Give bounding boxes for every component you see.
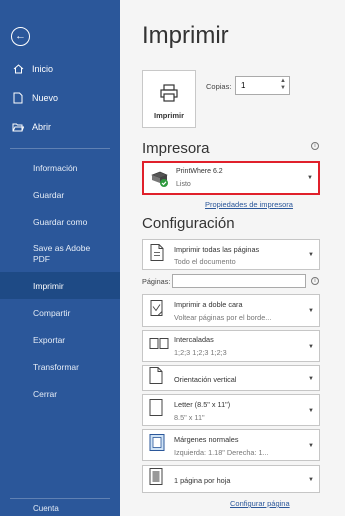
chevron-down-icon: ▼ — [308, 443, 314, 449]
margins-dropdown[interactable]: Márgenes normales Izquierda: 1.18" Derec… — [142, 429, 320, 461]
orientation-title: Orientación vertical — [174, 375, 237, 384]
sidebar-menu: Información Guardar Guardar como Save as… — [0, 154, 120, 407]
print-range-title: Imprimir todas las páginas — [174, 245, 260, 254]
margins-subtitle: Izquierda: 1.18" Derecha: 1... — [174, 448, 269, 457]
sidebar-item-label: Transformar — [33, 361, 79, 372]
sidebar-item-imprimir[interactable]: Imprimir — [0, 272, 120, 299]
spinner-arrows-icon[interactable]: ▲ ▼ — [280, 78, 286, 92]
chevron-down-icon: ▼ — [308, 344, 314, 350]
new-document-icon — [10, 92, 26, 104]
chevron-down-icon: ▼ — [308, 408, 314, 414]
collate-dropdown[interactable]: Intercaladas 1;2;3 1;2;3 1;2;3 ▼ — [142, 330, 320, 362]
paper-size-title: Letter (8.5" x 11") — [174, 400, 231, 409]
printer-properties-link[interactable]: Propiedades de impresora — [205, 200, 293, 209]
page-setup-link[interactable]: Configurar página — [230, 499, 290, 508]
printer-status: Listo — [176, 181, 191, 188]
sidebar-item-abrir[interactable]: Abrir — [0, 112, 120, 141]
home-icon — [10, 63, 26, 74]
sidebar-item-label: Inicio — [32, 63, 54, 74]
sidebar-item-label: Save as Adobe PDF — [33, 242, 91, 264]
sidebar-item-label: Información — [33, 162, 78, 173]
duplex-print-icon — [149, 299, 165, 322]
paper-size-dropdown[interactable]: Letter (8.5" x 11") 8.5" x 11" ▼ — [142, 394, 320, 426]
copies-stepper[interactable]: 1 ▲ ▼ — [235, 76, 290, 95]
copies-value: 1 — [241, 81, 246, 90]
sidebar-item-compartir[interactable]: Compartir — [0, 299, 120, 326]
backstage-sidebar: ← Inicio Nuevo Abrir Información Guardar… — [0, 0, 120, 516]
sidebar-item-inicio[interactable]: Inicio — [0, 54, 120, 83]
collate-icon — [149, 337, 169, 356]
chevron-down-icon: ▼ — [307, 175, 313, 181]
copies-label: Copias: — [206, 82, 232, 91]
collate-subtitle: 1;2;3 1;2;3 1;2;3 — [174, 348, 227, 357]
page-title: Imprimir — [142, 22, 229, 49]
sidebar-item-guardar-como[interactable]: Guardar como — [0, 208, 120, 235]
printer-name: PrintWhere 6.2 — [176, 168, 223, 175]
pages-input[interactable] — [172, 274, 306, 288]
info-icon[interactable]: i — [311, 277, 319, 285]
print-range-dropdown[interactable]: Imprimir todas las páginas Todo el docum… — [142, 239, 320, 270]
sidebar-item-informacion[interactable]: Información — [0, 154, 120, 181]
sidebar-item-label: Nuevo — [32, 92, 59, 103]
chevron-down-icon: ▼ — [308, 477, 314, 483]
back-arrow-icon[interactable]: ← — [11, 27, 30, 46]
sidebar-item-label: Compartir — [33, 307, 71, 318]
print-pane: Imprimir Imprimir Copias: 1 ▲ ▼ Impresora… — [120, 0, 345, 516]
sidebar-item-label: Exportar — [33, 334, 66, 345]
sidebar-item-nuevo[interactable]: Nuevo — [0, 83, 120, 112]
sidebar-item-label: Cerrar — [33, 388, 58, 399]
sidebar-item-save-as-pdf[interactable]: Save as Adobe PDF — [0, 235, 120, 272]
pages-per-sheet-title: 1 página por hoja — [174, 476, 231, 485]
paper-size-icon — [149, 399, 163, 422]
sidebar-item-exportar[interactable]: Exportar — [0, 326, 120, 353]
margins-title: Márgenes normales — [174, 435, 239, 444]
printer-ready-icon — [150, 170, 170, 193]
sidebar-item-guardar[interactable]: Guardar — [0, 181, 120, 208]
sidebar-divider — [10, 148, 110, 149]
portrait-page-icon — [149, 367, 163, 390]
chevron-down-icon: ▼ — [308, 308, 314, 314]
sidebar-item-label: Imprimir — [33, 280, 64, 291]
info-icon[interactable]: i — [311, 142, 319, 150]
sidebar-bottom-divider — [10, 498, 110, 499]
margins-icon — [149, 434, 165, 457]
document-pages-icon — [149, 243, 165, 266]
print-button[interactable]: Imprimir — [142, 70, 196, 128]
paper-size-subtitle: 8.5" x 11" — [174, 413, 205, 422]
single-page-icon — [149, 468, 163, 491]
orientation-dropdown[interactable]: Orientación vertical ▼ — [142, 365, 320, 391]
printer-section-title: Impresora — [142, 140, 210, 157]
duplex-subtitle: Voltear páginas por el borde... — [174, 313, 272, 322]
sidebar-item-label: Abrir — [32, 121, 52, 132]
duplex-dropdown[interactable]: Imprimir a doble cara Voltear páginas po… — [142, 294, 320, 327]
sidebar-item-transformar[interactable]: Transformar — [0, 353, 120, 380]
print-range-subtitle: Todo el documento — [174, 257, 236, 266]
settings-section-title: Configuración — [142, 215, 235, 232]
sidebar-item-label: Guardar — [33, 189, 65, 200]
collate-title: Intercaladas — [174, 335, 214, 344]
open-folder-icon — [10, 122, 26, 132]
chevron-down-icon: ▼ — [308, 252, 314, 258]
pages-label: Páginas: — [142, 277, 171, 286]
sidebar-item-cerrar[interactable]: Cerrar — [0, 380, 120, 407]
sidebar-item-label: Guardar como — [33, 216, 88, 227]
duplex-title: Imprimir a doble cara — [174, 300, 243, 309]
printer-icon — [160, 84, 178, 102]
sidebar-top-group: Inicio Nuevo Abrir — [0, 54, 120, 141]
pages-per-sheet-dropdown[interactable]: 1 página por hoja ▼ — [142, 465, 320, 493]
chevron-down-icon: ▼ — [308, 376, 314, 382]
printer-dropdown[interactable]: PrintWhere 6.2 Listo ▼ — [142, 161, 320, 195]
sidebar-item-cuenta[interactable]: Cuenta — [33, 504, 59, 513]
print-button-label: Imprimir — [153, 111, 184, 120]
